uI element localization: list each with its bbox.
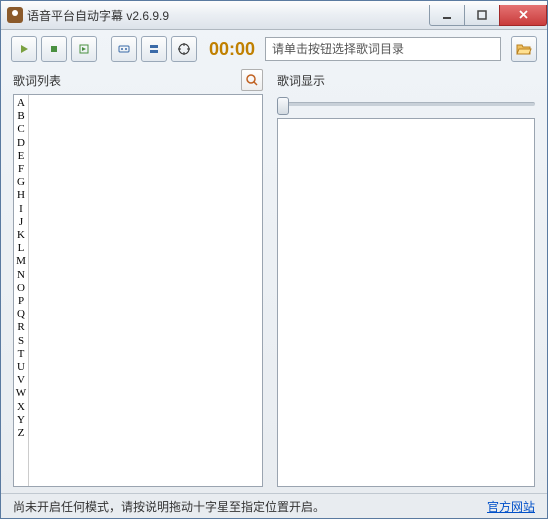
lyrics-list-header: 歌词列表 [13, 70, 263, 90]
alpha-K[interactable]: K [14, 229, 28, 242]
alpha-T[interactable]: T [14, 348, 28, 361]
app-window: 语音平台自动字幕 v2.6.9.9 [0, 0, 548, 519]
alpha-A[interactable]: A [14, 97, 28, 110]
alpha-Y[interactable]: Y [14, 414, 28, 427]
alpha-Q[interactable]: Q [14, 308, 28, 321]
alpha-R[interactable]: R [14, 321, 28, 334]
target-button[interactable] [171, 36, 197, 62]
browse-folder-button[interactable] [511, 36, 537, 62]
window-title: 语音平台自动字幕 v2.6.9.9 [27, 7, 169, 24]
alpha-D[interactable]: D [14, 137, 28, 150]
official-site-link[interactable]: 官方网站 [487, 498, 535, 515]
lyrics-list-title: 歌词列表 [13, 72, 61, 89]
alpha-V[interactable]: V [14, 374, 28, 387]
position-slider-row [277, 94, 535, 114]
alpha-W[interactable]: W [14, 387, 28, 400]
time-display: 00:00 [209, 39, 255, 60]
alpha-S[interactable]: S [14, 335, 28, 348]
alpha-L[interactable]: L [14, 242, 28, 255]
minimize-button[interactable] [429, 5, 465, 26]
status-text: 尚未开启任何模式，请按说明拖动十字星至指定位置开启。 [13, 498, 325, 515]
alpha-B[interactable]: B [14, 110, 28, 123]
lyrics-list-content [29, 95, 262, 486]
alpha-U[interactable]: U [14, 361, 28, 374]
alpha-C[interactable]: C [14, 123, 28, 136]
alpha-H[interactable]: H [14, 189, 28, 202]
play-button[interactable] [11, 36, 37, 62]
alpha-E[interactable]: E [14, 150, 28, 163]
statusbar: 尚未开启任何模式，请按说明拖动十字星至指定位置开启。 官方网站 [1, 493, 547, 518]
search-button[interactable] [241, 69, 263, 91]
position-slider[interactable] [277, 102, 535, 106]
alpha-X[interactable]: X [14, 401, 28, 414]
alpha-G[interactable]: G [14, 176, 28, 189]
folder-path-input[interactable]: 请单击按钮选择歌词目录 [265, 37, 501, 61]
alpha-O[interactable]: O [14, 282, 28, 295]
lyrics-listbox[interactable]: ABCDEFGHIJKLMNOPQRSTUVWXYZ [13, 94, 263, 487]
alpha-Z[interactable]: Z [14, 427, 28, 440]
alpha-J[interactable]: J [14, 216, 28, 229]
lyrics-display-box [277, 118, 535, 487]
alpha-F[interactable]: F [14, 163, 28, 176]
lyrics-display-header: 歌词显示 [277, 70, 535, 90]
app-icon [7, 7, 23, 23]
layout-button[interactable] [141, 36, 167, 62]
window-controls [430, 5, 547, 26]
alpha-P[interactable]: P [14, 295, 28, 308]
lyrics-display-title: 歌词显示 [277, 72, 325, 89]
alpha-I[interactable]: I [14, 203, 28, 216]
alpha-M[interactable]: M [14, 255, 28, 268]
maximize-button[interactable] [464, 5, 500, 26]
content-area: 歌词列表 ABCDEFGHIJKLMNOPQRSTUVWXYZ 歌词显示 [1, 68, 547, 493]
lyrics-list-panel: 歌词列表 ABCDEFGHIJKLMNOPQRSTUVWXYZ [13, 68, 263, 487]
titlebar: 语音平台自动字幕 v2.6.9.9 [1, 1, 547, 30]
stop-button[interactable] [41, 36, 67, 62]
settings-button[interactable] [111, 36, 137, 62]
alphabet-index[interactable]: ABCDEFGHIJKLMNOPQRSTUVWXYZ [14, 95, 29, 486]
lyrics-display-panel: 歌词显示 [277, 68, 535, 487]
toolbar: 00:00 请单击按钮选择歌词目录 [1, 30, 547, 68]
record-button[interactable] [71, 36, 97, 62]
close-button[interactable] [499, 5, 547, 26]
slider-thumb[interactable] [277, 97, 289, 115]
alpha-N[interactable]: N [14, 269, 28, 282]
